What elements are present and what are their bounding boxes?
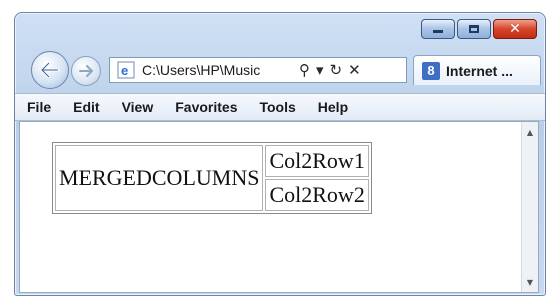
maximize-button[interactable] — [457, 19, 491, 39]
table-cell: Col2Row1 — [265, 145, 369, 177]
demo-table: MERGEDCOLUMNS Col2Row1 Col2Row2 — [52, 142, 372, 214]
refresh-icon[interactable]: ↻ — [330, 61, 343, 79]
minimize-button[interactable] — [421, 19, 455, 39]
forward-button[interactable] — [71, 56, 101, 86]
close-button[interactable]: ✕ — [493, 19, 537, 39]
back-button[interactable] — [31, 51, 69, 89]
search-icon[interactable]: ⚲ — [299, 61, 310, 79]
merged-cell: MERGEDCOLUMNS — [55, 145, 264, 211]
caption-buttons: ✕ — [419, 19, 537, 39]
table-row: MERGEDCOLUMNS Col2Row1 — [55, 145, 369, 211]
maximize-icon — [469, 25, 479, 33]
svg-text:e: e — [121, 63, 128, 78]
menu-edit[interactable]: Edit — [73, 99, 99, 115]
address-bar[interactable]: e C:\Users\HP\Music ⚲ ▾ ↻ ✕ — [109, 57, 407, 83]
menu-file[interactable]: File — [27, 99, 51, 115]
page-content: MERGEDCOLUMNS Col2Row1 Col2Row2 ▲ ▼ — [19, 121, 539, 293]
scroll-up-icon[interactable]: ▲ — [522, 124, 538, 140]
menu-bar: File Edit View Favorites Tools Help — [15, 93, 545, 121]
navigation-bar: e C:\Users\HP\Music ⚲ ▾ ↻ ✕ 8 Internet .… — [21, 45, 541, 91]
browser-tab[interactable]: 8 Internet ... — [413, 55, 541, 85]
stop-icon[interactable]: ✕ — [348, 61, 361, 79]
table-cell: Col2Row2 — [265, 179, 369, 211]
menu-help[interactable]: Help — [318, 99, 348, 115]
menu-favorites[interactable]: Favorites — [175, 99, 237, 115]
menu-view[interactable]: View — [122, 99, 154, 115]
tab-label: Internet ... — [446, 62, 513, 79]
menu-tools[interactable]: Tools — [259, 99, 295, 115]
minimize-icon — [433, 30, 443, 33]
back-arrow-icon — [40, 62, 60, 78]
scroll-down-icon[interactable]: ▼ — [522, 274, 538, 290]
close-icon: ✕ — [509, 21, 521, 37]
forward-arrow-icon — [79, 65, 93, 77]
address-tools: ⚲ ▾ ↻ ✕ — [296, 61, 364, 79]
browser-window: ✕ e C:\Users\HP\Music ⚲ ▾ ↻ ✕ 8 Internet… — [14, 12, 546, 296]
tab-favicon-icon: 8 — [422, 61, 440, 80]
page-icon: e — [116, 60, 136, 80]
dropdown-icon[interactable]: ▾ — [316, 61, 324, 79]
vertical-scrollbar[interactable]: ▲ ▼ — [521, 122, 538, 292]
address-value[interactable]: C:\Users\HP\Music — [142, 62, 292, 78]
